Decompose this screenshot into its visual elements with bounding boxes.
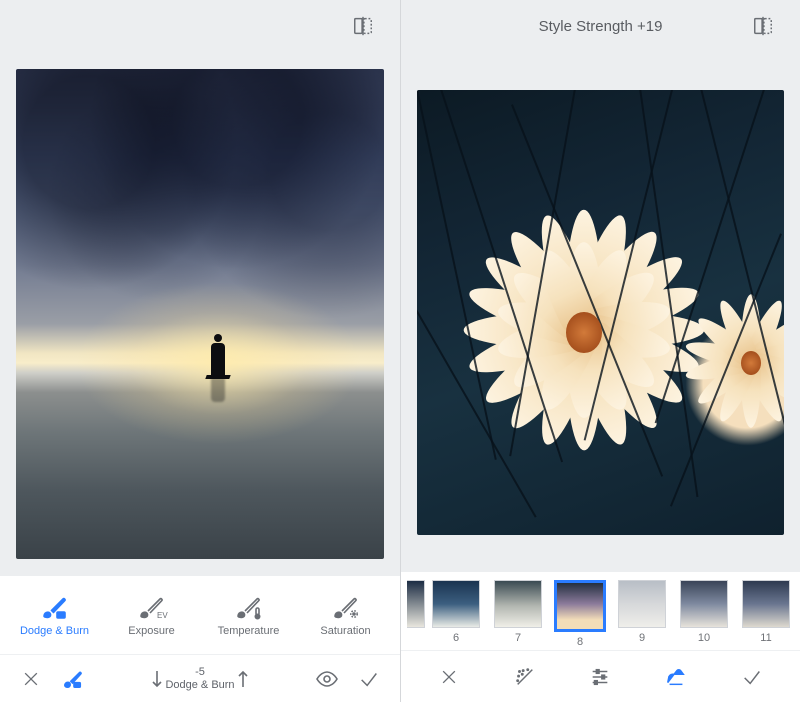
compare-button[interactable] <box>342 2 384 50</box>
photo-subject-reflection <box>211 378 225 402</box>
style-number: 8 <box>577 636 583 648</box>
brush-mode-button[interactable] <box>52 655 94 703</box>
apply-button[interactable] <box>348 655 390 703</box>
photo-subject <box>211 343 225 377</box>
style-thumb <box>618 580 666 628</box>
canvas-area[interactable] <box>0 52 400 576</box>
tool-dodgeburn[interactable]: Dodge & Burn <box>11 594 99 637</box>
top-bar <box>0 0 400 52</box>
tool-temperature[interactable]: Temperature <box>205 594 293 637</box>
style-swatch-prev[interactable] <box>401 580 425 644</box>
sliders-icon <box>589 666 611 688</box>
style-swatch-10[interactable]: 10 <box>673 580 735 644</box>
style-thumb <box>432 580 480 628</box>
close-icon <box>21 669 41 689</box>
tool-label: Temperature <box>218 625 280 637</box>
slider-label: Dodge & Burn <box>165 679 234 692</box>
tool-exposure[interactable]: EV Exposure <box>108 594 196 637</box>
compare-icon <box>752 15 774 37</box>
arrow-up-icon <box>237 668 249 690</box>
brush-editor-pane: Dodge & Burn EV Exposure Temperature Saturat… <box>0 0 400 702</box>
adjustment-readout: Style Strength +19 <box>401 18 800 35</box>
styles-button[interactable] <box>655 653 697 701</box>
style-swatch-7[interactable]: 7 <box>487 580 549 644</box>
cancel-button[interactable] <box>428 653 470 701</box>
tool-label: Exposure <box>128 625 174 637</box>
style-thumb <box>742 580 790 628</box>
tool-label: Saturation <box>320 625 370 637</box>
style-number: 11 <box>760 632 771 644</box>
tool-label: Dodge & Burn <box>20 625 89 637</box>
check-icon <box>741 667 763 687</box>
photo-preview[interactable] <box>16 69 384 559</box>
style-swatch-6[interactable]: 6 <box>425 580 487 644</box>
style-thumb <box>554 580 606 632</box>
top-bar: Style Strength +19 <box>401 0 800 52</box>
slider-value: -5 <box>195 666 205 679</box>
style-number: 10 <box>698 632 710 644</box>
style-thumb <box>680 580 728 628</box>
style-swatch-8[interactable]: 8 <box>549 580 611 648</box>
style-number: 7 <box>515 632 521 644</box>
style-editor-pane: Style Strength +19 6 7 8 9 10 11 <box>400 0 800 702</box>
tool-saturation[interactable]: Saturation <box>302 594 390 637</box>
style-swatch-9[interactable]: 9 <box>611 580 673 644</box>
style-strip[interactable]: 6 7 8 9 10 11 <box>401 572 800 650</box>
photo-detail <box>417 90 496 460</box>
arrow-down-icon <box>151 668 163 690</box>
close-icon <box>439 667 459 687</box>
dodgeburn-icon <box>38 594 72 620</box>
temperature-icon <box>232 594 266 620</box>
bottom-bar: -5 Dodge & Burn <box>0 654 400 702</box>
eye-icon <box>315 669 339 689</box>
brush-tool-row: Dodge & Burn EV Exposure Temperature Saturat… <box>0 576 400 654</box>
svg-text:EV: EV <box>157 611 168 620</box>
apply-button[interactable] <box>731 653 773 701</box>
bottom-bar <box>401 650 800 702</box>
texture-button[interactable] <box>504 653 546 701</box>
canvas-area[interactable] <box>401 52 800 572</box>
compare-button[interactable] <box>742 2 784 50</box>
exposure-icon: EV <box>135 594 169 620</box>
cancel-button[interactable] <box>10 655 52 703</box>
style-number: 6 <box>453 632 459 644</box>
style-thumb <box>494 580 542 628</box>
compare-icon <box>352 15 374 37</box>
mask-view-button[interactable] <box>306 655 348 703</box>
photo-preview[interactable] <box>417 90 784 535</box>
adjust-button[interactable] <box>579 653 621 701</box>
style-swatch-11[interactable]: 11 <box>735 580 797 644</box>
brush-icon <box>61 668 85 690</box>
style-number: 9 <box>639 632 645 644</box>
photo-subject <box>483 214 685 445</box>
check-icon <box>358 669 380 689</box>
slider-readout[interactable]: -5 Dodge & Burn <box>151 666 248 691</box>
texture-icon <box>514 666 536 688</box>
saturation-icon <box>329 594 363 620</box>
styles-icon <box>664 666 688 688</box>
